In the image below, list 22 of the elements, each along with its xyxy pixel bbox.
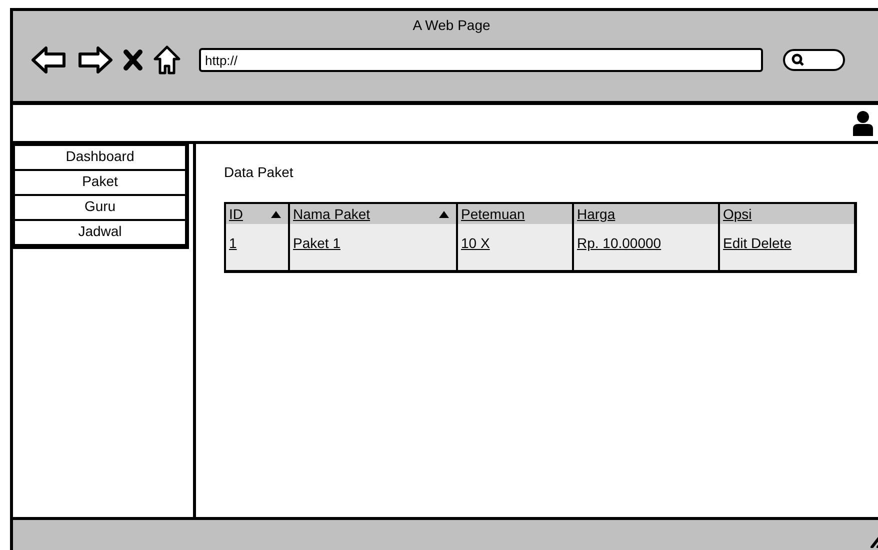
- window-title: A Web Page: [412, 17, 492, 33]
- column-header[interactable]: ID: [229, 206, 243, 222]
- table-cell-link[interactable]: 10 X: [461, 235, 490, 251]
- sort-arrow-icon[interactable]: [271, 210, 281, 218]
- table-cell-link[interactable]: Edit Delete: [723, 235, 792, 251]
- column-header[interactable]: Harga: [577, 206, 616, 222]
- forward-arrow-icon[interactable]: [77, 46, 113, 74]
- section-heading: Data Paket: [224, 164, 294, 180]
- table-cell-link[interactable]: Rp. 10.00000: [577, 235, 662, 251]
- address-field[interactable]: http://: [199, 48, 763, 72]
- sort-arrow-icon[interactable]: [439, 210, 449, 218]
- column-header[interactable]: Opsi: [723, 206, 752, 222]
- table-cell-link[interactable]: 1: [229, 235, 237, 251]
- search-icon: [791, 53, 805, 67]
- table-cell-link[interactable]: Paket 1: [293, 235, 340, 251]
- column-header[interactable]: Nama Paket: [293, 206, 370, 222]
- search-field[interactable]: [783, 49, 845, 71]
- back-arrow-icon[interactable]: [31, 46, 67, 74]
- user-icon[interactable]: [852, 110, 874, 136]
- column-header[interactable]: Petemuan: [461, 206, 525, 222]
- close-icon[interactable]: [123, 49, 143, 71]
- home-icon[interactable]: [153, 45, 181, 75]
